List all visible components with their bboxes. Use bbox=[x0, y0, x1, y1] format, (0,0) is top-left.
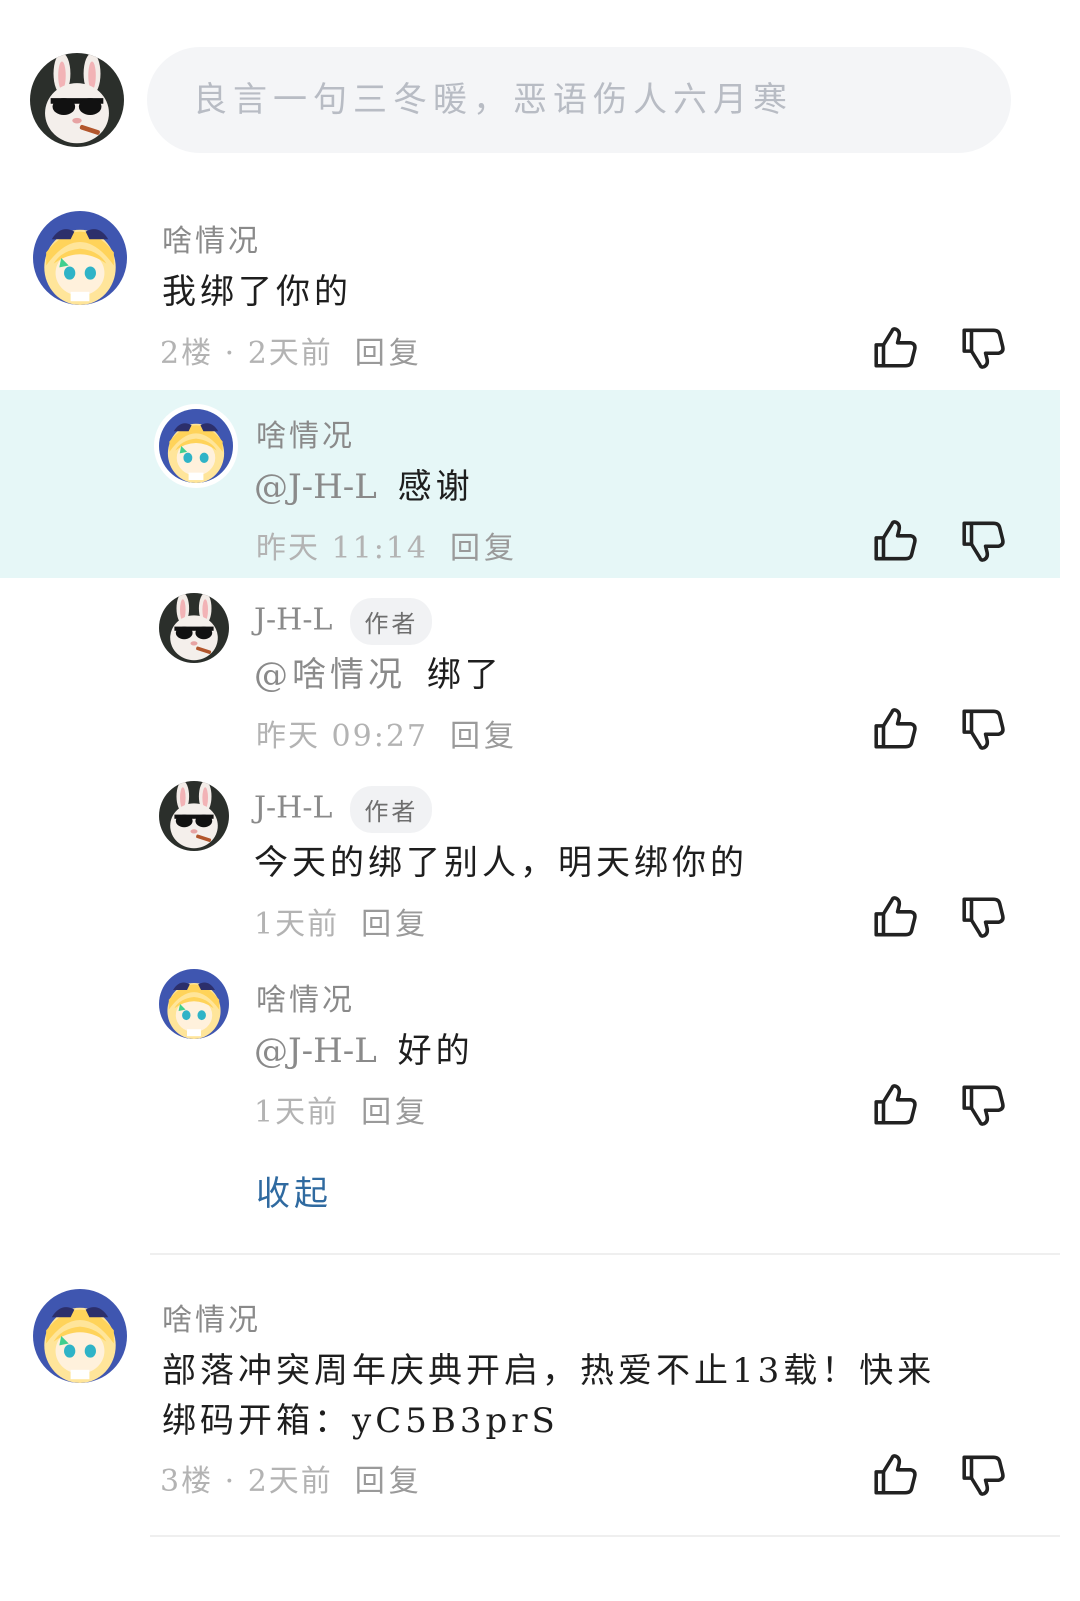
divider bbox=[150, 1535, 1060, 1537]
comment-content: 我绑了你的 bbox=[162, 272, 352, 312]
thumbs-down-icon[interactable] bbox=[959, 704, 1009, 754]
thumbs-up-icon[interactable] bbox=[871, 516, 921, 566]
avatar[interactable] bbox=[154, 404, 238, 488]
reply-content: @啥情况 绑了 bbox=[254, 655, 503, 695]
author-badge: 作者 bbox=[350, 786, 433, 833]
thumbs-up-icon[interactable] bbox=[871, 704, 921, 754]
reply-time: 昨天 09:27 bbox=[256, 719, 428, 754]
reply-content: 今天的绑了别人，明天绑你的 bbox=[254, 843, 748, 883]
comment-username[interactable]: 啥情况 bbox=[162, 216, 261, 260]
reply-meta: 1天前 回复 bbox=[254, 1087, 429, 1131]
reply-username[interactable]: 啥情况 bbox=[256, 975, 355, 1019]
avatar[interactable] bbox=[159, 781, 229, 851]
comment-meta: 2楼 · 2天前 回复 bbox=[160, 336, 423, 371]
mention[interactable]: @J-H-L bbox=[254, 1031, 377, 1071]
divider bbox=[150, 1253, 1060, 1255]
thumbs-down-icon[interactable] bbox=[959, 1450, 1009, 1500]
thumbs-down-icon[interactable] bbox=[959, 323, 1009, 373]
thumbs-up-icon[interactable] bbox=[871, 1080, 921, 1130]
avatar[interactable] bbox=[33, 1289, 127, 1383]
reply-meta: 昨天 11:14 回复 bbox=[256, 523, 518, 567]
reply-username[interactable]: J-H-L 作者 bbox=[254, 598, 433, 645]
avatar[interactable] bbox=[159, 969, 229, 1039]
mention[interactable]: @J-H-L bbox=[254, 467, 377, 507]
reply-content: @J-H-L 感谢 bbox=[254, 467, 474, 507]
comment-time: 2天前 bbox=[247, 1464, 333, 1499]
reply-username[interactable]: 啥情况 bbox=[256, 411, 355, 455]
avatar[interactable] bbox=[33, 211, 127, 305]
comment-content: 部落冲突周年庆典开启，热爱不止13载！快来 绑码开箱：yC5B3prS bbox=[162, 1351, 936, 1441]
thumbs-down-icon[interactable] bbox=[959, 516, 1009, 566]
reply-button[interactable]: 回复 bbox=[361, 1095, 429, 1130]
thumbs-up-icon[interactable] bbox=[871, 892, 921, 942]
reply-button[interactable]: 回复 bbox=[355, 1464, 423, 1499]
comment-input[interactable] bbox=[191, 79, 1011, 121]
thumbs-down-icon[interactable] bbox=[959, 1080, 1009, 1130]
avatar[interactable] bbox=[159, 593, 229, 663]
comment-time: 2天前 bbox=[247, 336, 333, 371]
reply-meta: 1天前 回复 bbox=[254, 899, 429, 943]
comment-username[interactable]: 啥情况 bbox=[162, 1295, 261, 1339]
reply-meta: 昨天 09:27 回复 bbox=[256, 711, 518, 755]
reply-button[interactable]: 回复 bbox=[450, 531, 518, 566]
reply-button[interactable]: 回复 bbox=[355, 336, 423, 371]
reply-time: 1天前 bbox=[254, 1095, 340, 1130]
my-avatar[interactable] bbox=[30, 53, 124, 147]
floor-number: 2楼 bbox=[160, 336, 214, 371]
reply-time: 1天前 bbox=[254, 907, 340, 942]
thumbs-up-icon[interactable] bbox=[871, 1450, 921, 1500]
reply-button[interactable]: 回复 bbox=[361, 907, 429, 942]
reply-button[interactable]: 回复 bbox=[450, 719, 518, 754]
reply-time: 昨天 11:14 bbox=[256, 531, 428, 566]
comment-meta: 3楼 · 2天前 回复 bbox=[160, 1464, 423, 1499]
thumbs-down-icon[interactable] bbox=[959, 892, 1009, 942]
reply-content: @J-H-L 好的 bbox=[254, 1031, 474, 1071]
reply-username[interactable]: J-H-L 作者 bbox=[254, 786, 433, 833]
floor-number: 3楼 bbox=[160, 1464, 214, 1499]
comment-input-box[interactable] bbox=[147, 47, 1011, 153]
collapse-replies-button[interactable]: 收起 bbox=[256, 1166, 332, 1215]
thumbs-up-icon[interactable] bbox=[871, 323, 921, 373]
mention[interactable]: @啥情况 bbox=[254, 655, 406, 695]
author-badge: 作者 bbox=[350, 598, 433, 645]
